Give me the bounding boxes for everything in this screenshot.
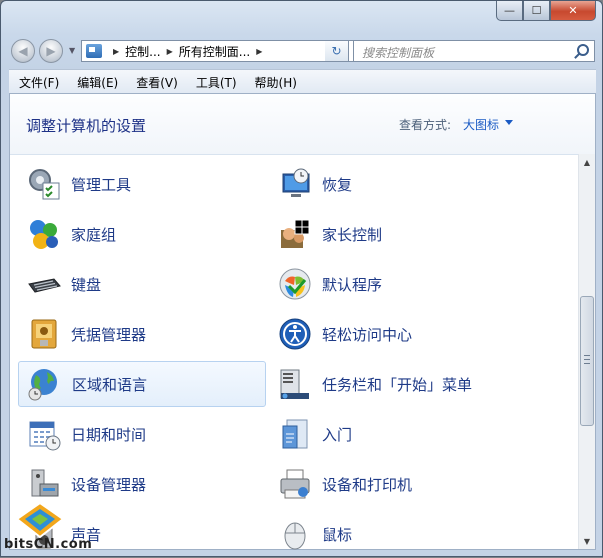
- ease-of-access-icon: [279, 318, 311, 350]
- minimize-button[interactable]: —: [496, 1, 523, 21]
- minimize-glyph: —: [504, 4, 515, 17]
- item-mouse[interactable]: 鼠标: [269, 511, 579, 557]
- bitscn-watermark: bitsCN.com: [1, 501, 92, 558]
- menu-help[interactable]: 帮助(H): [255, 74, 297, 91]
- recent-pages-dropdown[interactable]: ▼: [69, 46, 75, 55]
- menu-tools[interactable]: 工具(T): [196, 74, 237, 91]
- item-getting-started[interactable]: 入门: [269, 411, 579, 457]
- recovery-icon: [282, 168, 310, 197]
- search-box[interactable]: 搜索控制面板: [353, 40, 595, 62]
- scroll-down-icon[interactable]: ▼: [579, 533, 595, 549]
- item-homegroup[interactable]: 家庭组: [18, 211, 266, 257]
- admin-tools-icon: [29, 169, 60, 200]
- item-label: 恢复: [322, 175, 353, 194]
- menu-edit[interactable]: 编辑(E): [77, 74, 118, 91]
- control-panel-window: — ☐ ✕ ◀ ▶ ▼ ▶ 控制... ▶ 所有控制面... ▶ ▼ ↻ 搜索控…: [0, 0, 603, 557]
- item-label: 键盘: [71, 275, 102, 294]
- view-by-chevron-down-icon[interactable]: [505, 120, 513, 125]
- forward-button[interactable]: ▶: [39, 39, 63, 63]
- item-label: 入门: [322, 425, 353, 444]
- content-header: 调整计算机的设置 查看方式: 大图标: [10, 94, 595, 155]
- item-recovery[interactable]: 恢复: [269, 161, 579, 207]
- mouse-icon: [284, 522, 306, 550]
- item-label: 鼠标: [322, 525, 353, 544]
- vertical-scrollbar[interactable]: ▲ ▼: [578, 154, 595, 549]
- item-admin-tools[interactable]: 管理工具: [18, 161, 266, 207]
- scroll-thumb[interactable]: [580, 296, 594, 426]
- refresh-button[interactable]: ↻: [325, 40, 349, 62]
- item-parental-controls[interactable]: 家长控制: [269, 211, 579, 257]
- view-by-dropdown[interactable]: 大图标: [463, 116, 499, 133]
- keyboard-icon: [28, 278, 61, 293]
- item-default-programs[interactable]: 默认程序: [269, 261, 579, 307]
- item-ease-of-access[interactable]: 轻松访问中心: [269, 311, 579, 357]
- item-label: 任务栏和「开始」菜单: [322, 375, 473, 394]
- watermark-logo-icon: [15, 501, 65, 539]
- item-label: 默认程序: [322, 275, 383, 294]
- back-button[interactable]: ◀: [11, 39, 35, 63]
- breadcrumb-all-items[interactable]: 所有控制面...: [179, 43, 250, 60]
- breadcrumb-control[interactable]: 控制...: [125, 43, 160, 60]
- item-label: 凭据管理器: [71, 325, 147, 344]
- back-arrow-icon: ◀: [18, 44, 28, 58]
- item-label: 设备和打印机: [322, 475, 413, 494]
- default-programs-icon: [279, 268, 311, 300]
- region-language-globe-icon: [28, 369, 57, 401]
- maximize-glyph: ☐: [531, 4, 542, 17]
- item-keyboard[interactable]: 键盘: [18, 261, 266, 307]
- control-panel-icon: [86, 44, 102, 58]
- close-glyph: ✕: [568, 4, 578, 17]
- search-icon[interactable]: [577, 44, 589, 56]
- device-manager-icon: [31, 469, 59, 497]
- credential-manager-icon: [31, 319, 57, 349]
- date-time-calendar-icon: [29, 421, 61, 451]
- item-region-language[interactable]: 区域和语言: [18, 361, 266, 407]
- menu-file[interactable]: 文件(F): [19, 74, 59, 91]
- item-label: 家长控制: [322, 225, 383, 244]
- caption-buttons: — ☐ ✕: [496, 1, 596, 21]
- maximize-button[interactable]: ☐: [523, 1, 550, 21]
- address-bar[interactable]: ▶ 控制... ▶ 所有控制面... ▶ ▼: [81, 40, 355, 62]
- item-label: 管理工具: [71, 175, 132, 194]
- item-label: 日期和时间: [71, 425, 147, 444]
- forward-arrow-icon: ▶: [46, 44, 56, 58]
- getting-started-icon: [282, 419, 308, 449]
- breadcrumb-separator-icon[interactable]: ▶: [113, 47, 119, 56]
- parental-controls-icon: [281, 219, 310, 248]
- item-label: 家庭组: [71, 225, 117, 244]
- menu-bar: 文件(F) 编辑(E) 查看(V) 工具(T) 帮助(H): [9, 69, 596, 94]
- item-label: 设备管理器: [71, 475, 147, 494]
- search-input-placeholder: 搜索控制面板: [362, 46, 435, 60]
- devices-printers-icon: [280, 469, 310, 499]
- item-taskbar-start-menu[interactable]: 任务栏和「开始」菜单: [269, 361, 579, 407]
- page-title: 调整计算机的设置: [26, 117, 147, 135]
- item-label: 区域和语言: [72, 375, 148, 394]
- menu-view[interactable]: 查看(V): [136, 74, 178, 91]
- breadcrumb-separator-icon[interactable]: ▶: [167, 47, 173, 56]
- taskbar-start-menu-icon: [280, 369, 309, 399]
- item-credential-manager[interactable]: 凭据管理器: [18, 311, 266, 357]
- item-date-time[interactable]: 日期和时间: [18, 411, 266, 457]
- item-devices-printers[interactable]: 设备和打印机: [269, 461, 579, 507]
- item-label: 轻松访问中心: [322, 325, 413, 344]
- watermark-text: bitsCN.com: [4, 537, 93, 552]
- homegroup-icon: [30, 220, 58, 249]
- close-button[interactable]: ✕: [550, 1, 596, 21]
- breadcrumb-separator-icon[interactable]: ▶: [256, 47, 262, 56]
- view-by-label: 查看方式:: [399, 118, 452, 132]
- content-pane: 调整计算机的设置 查看方式: 大图标 管理工具 家庭组 键盘 凭据管理器 区域和…: [9, 93, 596, 550]
- scroll-up-icon[interactable]: ▲: [579, 154, 595, 170]
- navigation-bar: ◀ ▶ ▼ ▶ 控制... ▶ 所有控制面... ▶ ▼ ↻ 搜索控制面板: [9, 37, 595, 65]
